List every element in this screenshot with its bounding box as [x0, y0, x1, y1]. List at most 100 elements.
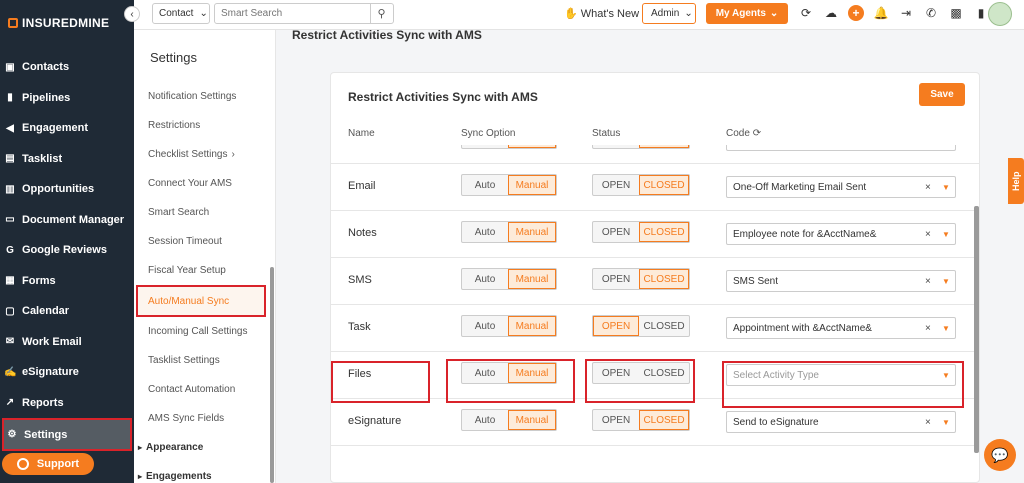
settings-item-checklist-settings[interactable]: Checklist Settings › — [134, 140, 276, 169]
status-open-button[interactable]: OPEN — [593, 316, 639, 336]
sync-auto-button[interactable]: Auto — [462, 222, 508, 242]
sidebar-item-tasklist[interactable]: ▤ Tasklist — [0, 144, 134, 175]
table-row: Task Auto Manual OPEN CLOSED Appointment with… — [331, 305, 979, 352]
status-open-button[interactable]: OPEN — [593, 222, 639, 242]
cloud-icon[interactable]: ☁ — [823, 5, 839, 21]
document-icon[interactable]: ▮ — [973, 5, 989, 21]
admin-select[interactable]: Admin ⌄ — [642, 3, 696, 24]
search-icon[interactable]: ⚲ — [370, 4, 392, 23]
sync-manual-button[interactable]: Manual — [508, 410, 556, 430]
settings-item-fiscal-year-setup[interactable]: Fiscal Year Setup — [134, 256, 276, 285]
settings-item-incoming-call-settings[interactable]: Incoming Call Settings — [134, 317, 276, 346]
status-closed-button[interactable]: CLOSED — [639, 269, 689, 289]
settings-item-connect-your-ams[interactable]: Connect Your AMS — [134, 169, 276, 198]
sync-auto-button[interactable]: Auto — [462, 175, 508, 195]
clear-icon[interactable]: × — [925, 417, 937, 428]
sidebar-item-settings[interactable]: ⚙ Settings — [2, 418, 132, 451]
sidebar-item-work-email[interactable]: ✉ Work Email — [0, 327, 134, 358]
sync-auto-button[interactable]: Auto — [462, 269, 508, 289]
caret-down-icon[interactable]: ▼ — [937, 418, 955, 427]
status-toggle: OPENCLOSED — [592, 268, 690, 290]
clear-icon[interactable]: × — [925, 229, 937, 240]
my-agents-button[interactable]: My Agents ⌄ — [706, 3, 788, 24]
plus-icon[interactable]: + — [848, 5, 864, 21]
status-closed-button[interactable]: CLOSED — [639, 175, 689, 195]
sidebar-item-pipelines[interactable]: ▮ Pipelines — [0, 83, 134, 114]
sync-auto-button[interactable]: Auto — [462, 410, 508, 430]
search-input[interactable] — [215, 8, 370, 19]
sync-manual-button[interactable]: Manual — [508, 222, 556, 242]
clear-icon[interactable]: × — [925, 323, 937, 334]
status-open-button[interactable]: OPEN — [593, 175, 639, 195]
settings-item-auto-manual-sync[interactable]: Auto/Manual Sync — [136, 285, 266, 317]
settings-item-smart-search[interactable]: Smart Search — [134, 198, 276, 227]
refresh-icon[interactable]: ⟳ — [753, 128, 761, 139]
clear-icon[interactable]: × — [925, 276, 937, 287]
settings-item-ams-sync-fields[interactable]: AMS Sync Fields — [134, 404, 276, 433]
logo[interactable]: INSUREDMINE — [8, 16, 109, 30]
status-closed-button[interactable]: CLOSED — [639, 222, 689, 242]
sync-manual-button[interactable]: Manual — [508, 269, 556, 289]
phone-icon[interactable]: ✆ — [923, 5, 939, 21]
collapse-sidebar-button[interactable]: ‹ — [124, 6, 140, 22]
caret-down-icon[interactable]: ▼ — [937, 230, 955, 239]
sidebar-item-contacts[interactable]: ▣ Contacts — [0, 52, 134, 83]
settings-item-contact-automation[interactable]: Contact Automation — [134, 375, 276, 404]
status-open-button[interactable]: OPEN — [593, 410, 639, 430]
refresh-icon[interactable]: ⟳ — [798, 5, 814, 21]
caret-down-icon[interactable]: ▼ — [937, 183, 955, 192]
sidebar-item-label: Tasklist — [22, 152, 63, 165]
status-open-button[interactable]: OPEN — [593, 145, 639, 148]
table-row: SMS Auto Manual OPEN CLOSED SMS Sent × ▼ — [331, 258, 979, 305]
settings-item-appearance[interactable]: ▸ Appearance — [134, 433, 276, 462]
whats-new-link[interactable]: ✋ What's New — [564, 7, 639, 21]
sidebar-item-opportunities[interactable]: ▥ Opportunities — [0, 174, 134, 205]
status-closed-button[interactable]: CLOSED — [639, 316, 689, 336]
clear-icon[interactable]: × — [925, 182, 937, 193]
logout-icon[interactable]: ⇥ — [898, 5, 914, 21]
activity-code-select[interactable]: SMS Sent × ▼ — [726, 270, 956, 292]
sync-manual-button[interactable]: Manual — [508, 316, 556, 336]
settings-item-notification-settings[interactable]: Notification Settings — [134, 82, 276, 111]
bell-icon[interactable]: 🔔 — [873, 5, 889, 21]
sidebar-item-engagement[interactable]: ◀ Engagement — [0, 113, 134, 144]
activity-code-select[interactable]: Employee note for &AcctName& × ▼ — [726, 223, 956, 245]
settings-scrollbar[interactable] — [270, 267, 274, 483]
contact-type-select[interactable]: Contact ⌄ — [152, 3, 210, 24]
chat-icon[interactable]: 💬 — [984, 439, 1016, 471]
activity-code-select[interactable]: Appointment with &AcctName& × ▼ — [726, 317, 956, 339]
caret-down-icon[interactable]: ▼ — [937, 277, 955, 286]
status-closed-button[interactable]: CLOSED — [639, 410, 689, 430]
status-open-button[interactable]: OPEN — [593, 269, 639, 289]
sidebar-item-document-manager[interactable]: ▭ Document Manager — [0, 205, 134, 236]
settings-item-session-timeout[interactable]: Session Timeout — [134, 227, 276, 256]
support-button[interactable]: Support — [2, 453, 94, 475]
activity-code-select[interactable]: Call from &AcctName&×▼ — [726, 145, 956, 151]
code-value: SMS Sent — [733, 275, 779, 287]
sync-manual-button[interactable]: Manual — [508, 145, 556, 148]
status-toggle: OPENCLOSED — [592, 174, 690, 196]
avatar[interactable] — [988, 2, 1012, 26]
chip-icon[interactable]: ▩ — [948, 5, 964, 21]
settings-item-restrictions[interactable]: Restrictions — [134, 111, 276, 140]
sidebar-item-esignature[interactable]: ✍ eSignature — [0, 357, 134, 388]
main-scrollbar[interactable] — [974, 206, 979, 453]
caret-down-icon[interactable]: ▼ — [937, 324, 955, 333]
sidebar-item-calendar[interactable]: ▢ Calendar — [0, 296, 134, 327]
help-tab[interactable]: Help — [1008, 158, 1024, 204]
row-name: Task — [348, 321, 371, 333]
activity-code-select[interactable]: Send to eSignature × ▼ — [726, 411, 956, 433]
main-content: Restrict Activities Sync with AMS Restri… — [276, 28, 1024, 483]
clear-icon[interactable]: × — [925, 145, 937, 146]
activity-code-select[interactable]: One-Off Marketing Email Sent × ▼ — [726, 176, 956, 198]
sync-auto-button[interactable]: Auto — [462, 145, 508, 148]
sync-auto-button[interactable]: Auto — [462, 316, 508, 336]
sidebar-item-forms[interactable]: ▦ Forms — [0, 266, 134, 297]
status-closed-button[interactable]: CLOSED — [639, 145, 689, 148]
sidebar-item-reports[interactable]: ↗ Reports — [0, 388, 134, 419]
settings-item-tasklist-settings[interactable]: Tasklist Settings — [134, 346, 276, 375]
sync-manual-button[interactable]: Manual — [508, 175, 556, 195]
settings-item-engagements[interactable]: ▸ Engagements — [134, 462, 276, 483]
sidebar-item-google-reviews[interactable]: G Google Reviews — [0, 235, 134, 266]
save-button[interactable]: Save — [919, 83, 965, 106]
